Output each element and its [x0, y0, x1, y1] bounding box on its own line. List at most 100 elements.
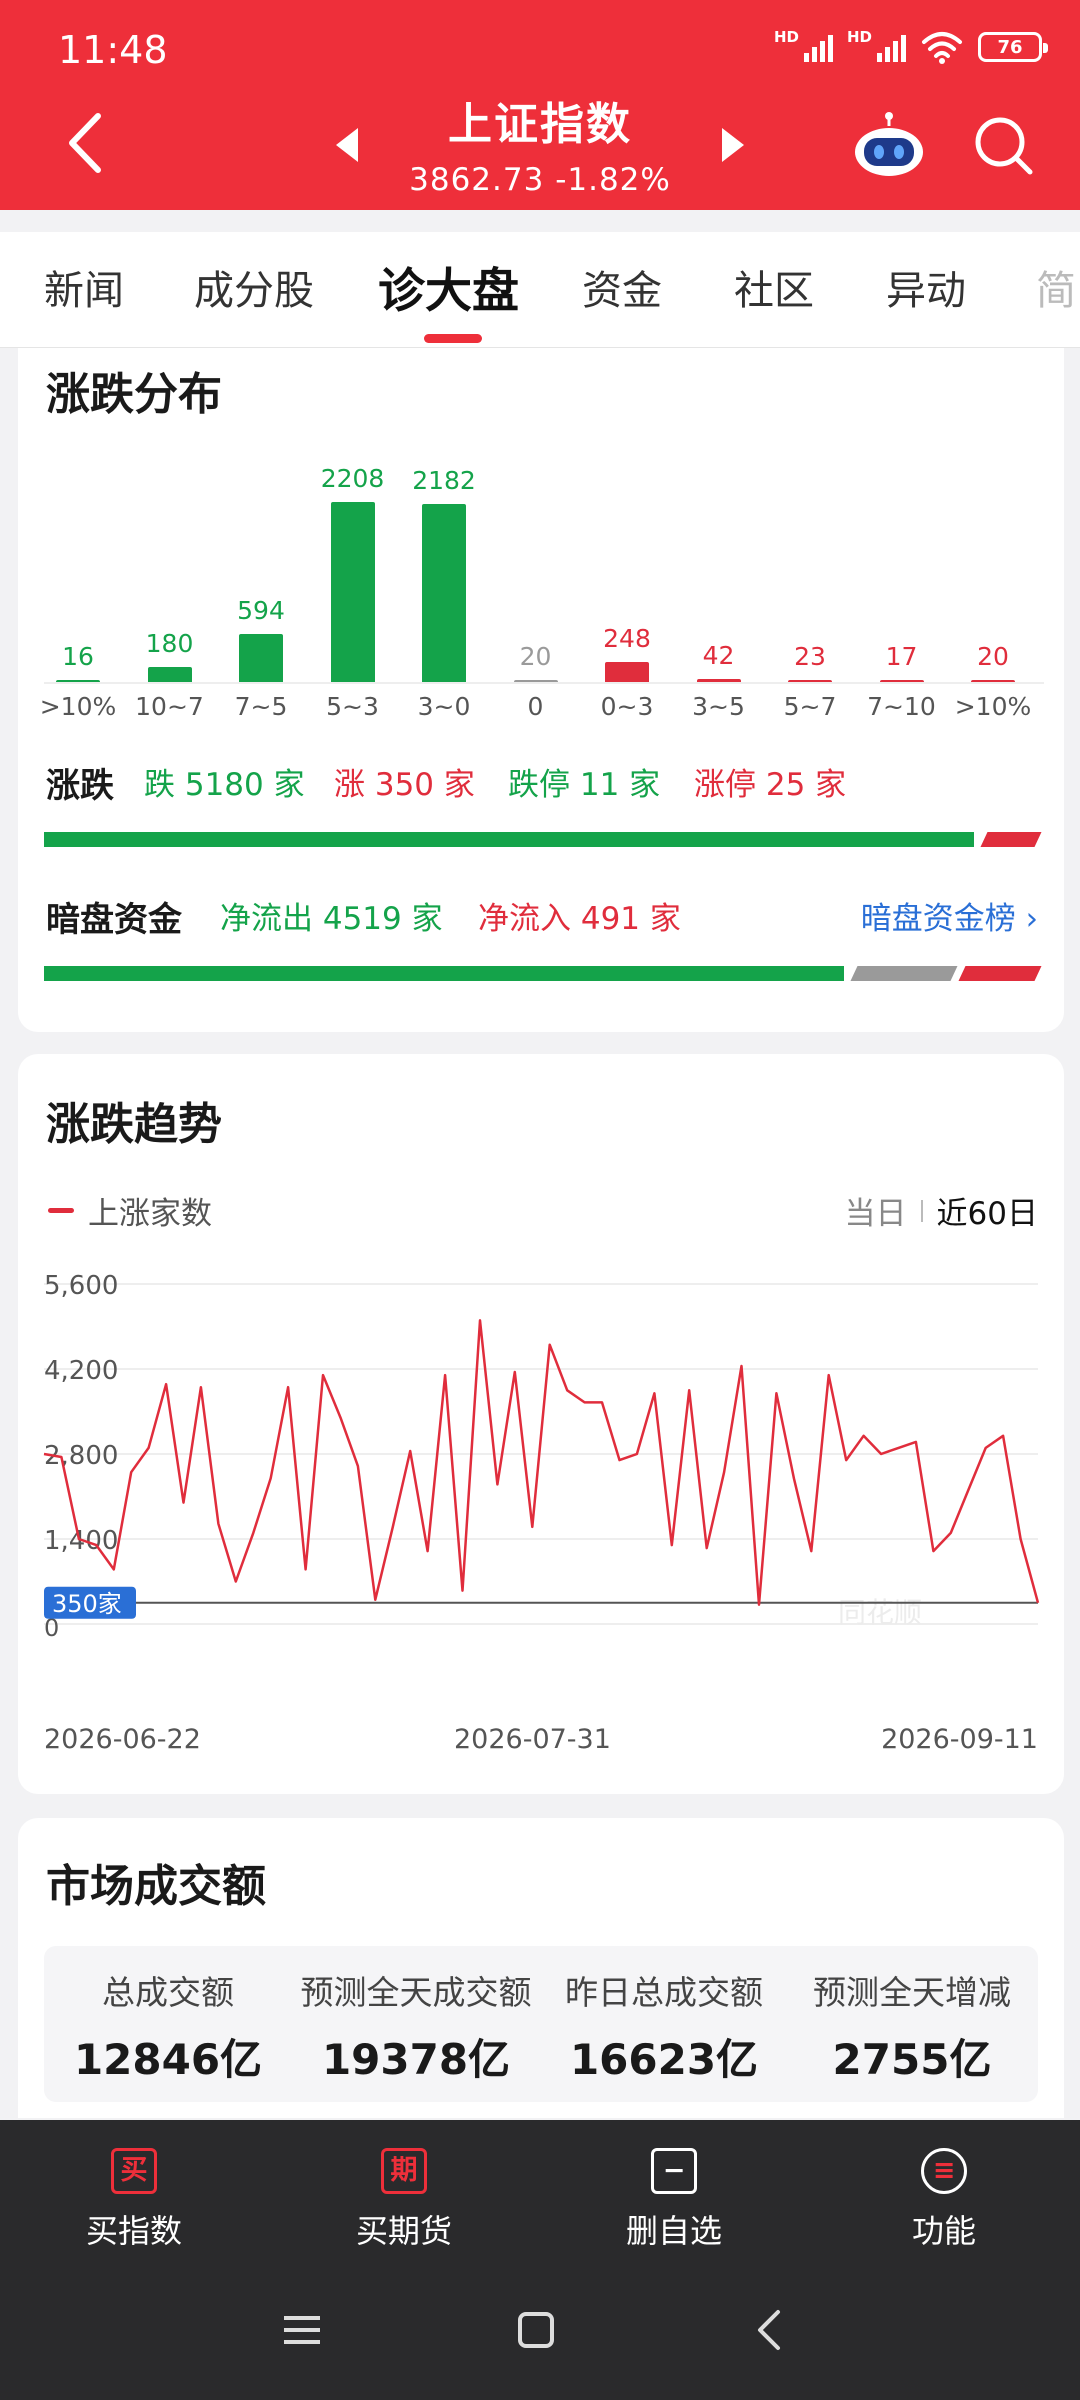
- remove-icon: −: [651, 2148, 697, 2194]
- distribution-label: 3~0: [417, 692, 471, 721]
- status-bar-icons: HD HD 76: [774, 28, 1048, 64]
- volume-value: 2755亿: [832, 2035, 992, 2084]
- distribution-bar: [696, 678, 741, 682]
- tab-constituents[interactable]: 成分股: [194, 258, 314, 316]
- buy-index-label: 买指数: [85, 2212, 182, 2250]
- updown-red-segment: [980, 832, 1042, 847]
- distribution-value: 180: [145, 629, 194, 659]
- robot-assistant-icon[interactable]: [852, 112, 926, 178]
- active-tab-indicator: [424, 334, 482, 343]
- tab-movement[interactable]: 异动: [886, 258, 966, 316]
- tab-diagnosis[interactable]: 诊大盘: [378, 252, 519, 321]
- distribution-bar: [513, 680, 558, 682]
- buy-futures-label: 买期货: [355, 2212, 452, 2250]
- volume-label: 预测全天成交额: [300, 1973, 532, 2012]
- tab-news[interactable]: 新闻: [44, 258, 124, 316]
- rise-count: 涨 350 家: [334, 767, 475, 803]
- distribution-title: 涨跌分布: [46, 369, 222, 420]
- legend-swatch: [48, 1208, 74, 1213]
- menu-icon: ≡: [921, 2148, 967, 2194]
- distribution-value: 23: [794, 642, 826, 671]
- dark-red-segment: [958, 966, 1042, 981]
- buy-futures-button[interactable]: 期 买期货: [304, 2148, 504, 2252]
- volume-label: 总成交额: [102, 1973, 234, 2012]
- watermark-text: 同花顺: [838, 1596, 922, 1629]
- distribution-label: 7~5: [234, 692, 288, 721]
- x-label-mid: 2026-07-31: [454, 1724, 611, 1755]
- y-tick-label: 5,600: [44, 1271, 118, 1301]
- volume-item: 昨日总成交额 16623亿: [540, 1966, 788, 2087]
- battery-level: 76: [997, 36, 1023, 58]
- distribution-value: 20: [519, 642, 552, 671]
- distribution-label: 0~3: [600, 692, 654, 721]
- remove-watchlist-label: 删自选: [625, 2212, 722, 2250]
- market-volume-card: 市场成交额 总成交额 12846亿 预测全天成交额 19378亿 昨日总成交额 …: [18, 1818, 1064, 2118]
- tab-more[interactable]: 简: [1036, 258, 1076, 316]
- buy-icon: 买: [111, 2148, 157, 2194]
- distribution-value: 594: [237, 595, 285, 625]
- distribution-label: 0: [527, 692, 544, 721]
- current-value-tag: 350家: [52, 1590, 122, 1618]
- trend-card: 涨跌趋势 上涨家数 当日 近60日 5,600 4,200 2,800 1,400 同花…: [18, 1054, 1064, 1794]
- signal-icon-2: HD: [847, 28, 906, 62]
- x-label-end: 2026-09-11: [881, 1724, 1038, 1755]
- volume-item: 预测全天成交额 19378亿: [292, 1966, 540, 2087]
- volume-value: 12846亿: [73, 2035, 263, 2084]
- x-label-start: 2026-06-22: [44, 1724, 201, 1755]
- range-toggle: 当日 近60日: [845, 1188, 1038, 1233]
- distribution-value: 42: [702, 640, 735, 670]
- buy-index-button[interactable]: 买 买指数: [34, 2148, 234, 2252]
- dark-pool-inflow: 净流入 491 家: [478, 901, 681, 937]
- distribution-label: 10~7: [135, 692, 204, 721]
- signal-hd-label: HD: [774, 28, 800, 46]
- range-today-button[interactable]: 当日: [845, 1188, 907, 1233]
- distribution-bar: [879, 680, 924, 682]
- distribution-value: 20: [977, 642, 1009, 671]
- signal-icon: HD: [774, 28, 833, 62]
- tab-bar: 新闻 成分股 诊大盘 资金 社区 异动 简: [0, 232, 1080, 348]
- distribution-label: 3~5: [692, 692, 745, 721]
- updown-label: 涨跌: [46, 766, 114, 806]
- volume-title: 市场成交额: [46, 1861, 266, 1912]
- signal-hd-label-2: HD: [847, 28, 873, 46]
- dark-pool-ratio-bar: [44, 966, 1042, 981]
- y-tick-label: 4,200: [44, 1356, 118, 1386]
- distribution-value: 16: [62, 642, 94, 671]
- volume-label: 预测全天增减: [813, 1973, 1011, 2012]
- volume-label: 昨日总成交额: [565, 1973, 763, 2012]
- remove-watchlist-button[interactable]: − 删自选: [574, 2148, 774, 2252]
- distribution-bar: [147, 667, 192, 682]
- distribution-value: 17: [885, 642, 918, 671]
- range-60-button[interactable]: 近60日: [937, 1188, 1038, 1233]
- distribution-baseline: [44, 682, 1044, 684]
- system-back-icon[interactable]: [740, 2300, 800, 2360]
- volume-box: 总成交额 12846亿 预测全天成交额 19378亿 昨日总成交额 16623亿…: [44, 1946, 1038, 2102]
- volume-item: 总成交额 12846亿: [44, 1966, 292, 2087]
- volume-value: 16623亿: [569, 2035, 759, 2084]
- volume-item: 预测全天增减 2755亿: [788, 1966, 1036, 2087]
- tab-community[interactable]: 社区: [734, 258, 814, 316]
- system-home-icon[interactable]: [506, 2300, 566, 2360]
- battery-icon: 76: [978, 32, 1048, 62]
- system-menu-icon[interactable]: [272, 2300, 332, 2360]
- next-index-arrow-icon[interactable]: [722, 128, 744, 162]
- functions-button[interactable]: ≡ 功能: [844, 2148, 1044, 2252]
- tab-funds[interactable]: 资金: [582, 258, 662, 316]
- distribution-bar: [788, 680, 832, 682]
- distribution-value: 2182: [412, 466, 476, 496]
- trend-legend: 上涨家数: [48, 1188, 212, 1233]
- trend-title: 涨跌趋势: [46, 1099, 222, 1150]
- distribution-chart: 16 >10% 180 10~7 594 7~5 2208 5~3 2182 3~0 20 0 248 0…: [40, 438, 1044, 721]
- distribution-label: >10%: [39, 692, 117, 721]
- distribution-bar: [422, 504, 466, 682]
- distribution-bar: [239, 633, 283, 682]
- distribution-label: 5~3: [326, 692, 379, 721]
- wifi-icon: [922, 32, 962, 64]
- distribution-label: 7~10: [867, 692, 936, 721]
- trend-chart: 5,6004,2002,8001,400同花顺0350家: [43, 1271, 1040, 1642]
- functions-label: 功能: [911, 2212, 976, 2250]
- range-separator: [920, 1199, 923, 1222]
- updown-green-segment: [44, 832, 974, 847]
- dark-pool-rank-link[interactable]: 暗盘资金榜 ›: [861, 893, 1038, 938]
- search-icon[interactable]: [970, 112, 1036, 178]
